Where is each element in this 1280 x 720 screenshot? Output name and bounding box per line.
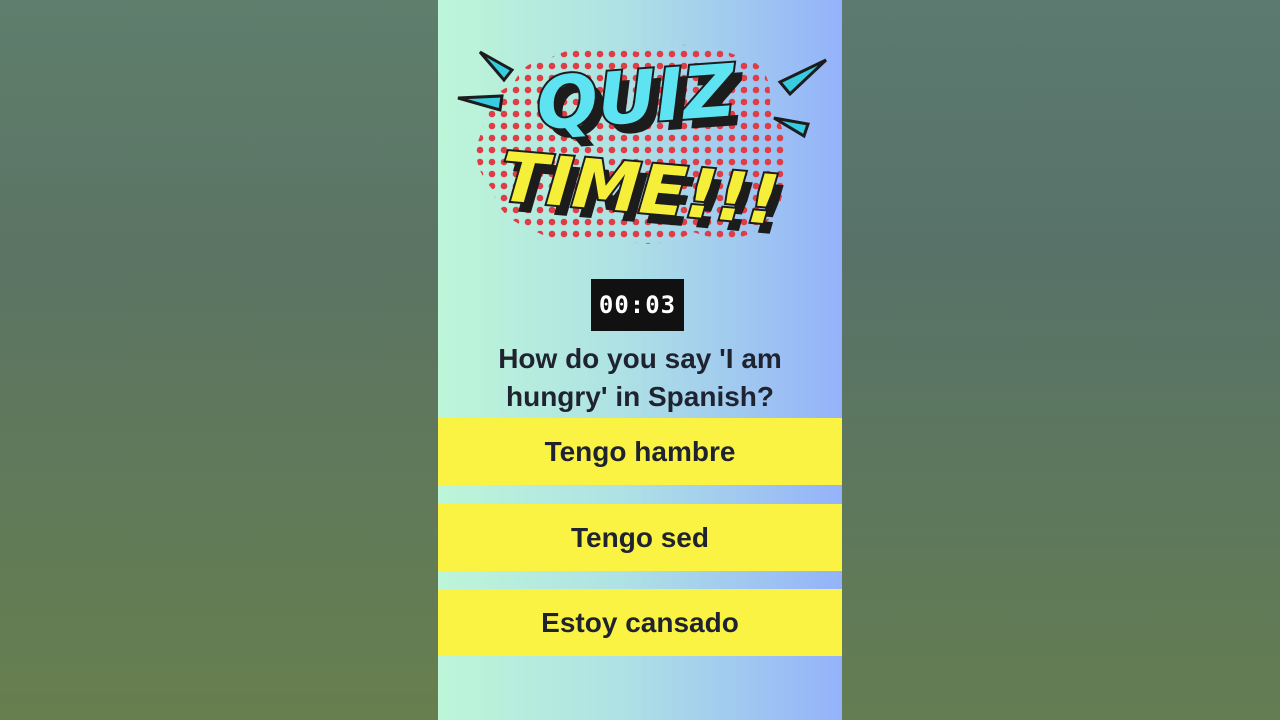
background-blur-right <box>842 0 1280 720</box>
question-text: How do you say 'I am hungry' in Spanish? <box>498 343 782 412</box>
countdown-timer: 00:03 <box>591 279 684 331</box>
answer-option-2[interactable]: Tengo sed <box>438 504 842 571</box>
answer-option-label: Estoy cansado <box>541 606 739 638</box>
answer-option-label: Tengo sed <box>571 521 709 553</box>
quiz-time-logo: QUIZ QUIZ TIME!!! TIME!!! <box>457 44 828 252</box>
answer-option-3[interactable]: Estoy cansado <box>438 589 842 656</box>
quiz-panel: QUIZ QUIZ TIME!!! TIME!!! 00:03 How do y… <box>438 0 842 720</box>
answer-option-label: Tengo hambre <box>544 435 736 467</box>
logo-quiz-text: QUIZ <box>534 48 740 146</box>
answer-option-1[interactable]: Tengo hambre <box>438 418 842 485</box>
